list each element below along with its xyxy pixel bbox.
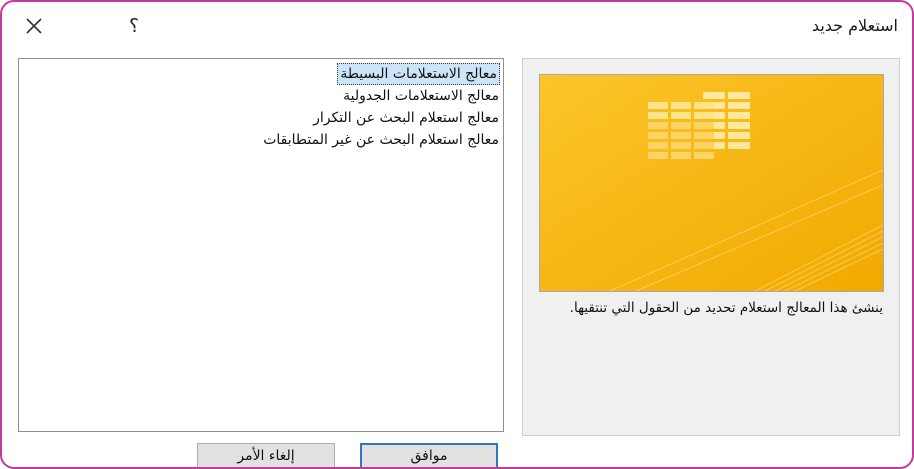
- wizard-description: ينشئ هذا المعالج استعلام تحديد من الحقول…: [569, 300, 883, 316]
- help-button[interactable]: ؟: [122, 12, 146, 40]
- list-item-find-duplicates-wizard[interactable]: معالج استعلام البحث عن التكرار: [19, 107, 503, 129]
- list-item-simple-query-wizard[interactable]: معالج الاستعلامات البسيطة: [337, 63, 500, 85]
- cancel-button[interactable]: إلغاء الأمر: [197, 443, 335, 467]
- close-button[interactable]: [20, 12, 48, 40]
- list-item-crosstab-query-wizard[interactable]: معالج الاستعلامات الجدولية: [19, 85, 503, 107]
- preview-image: [539, 74, 884, 292]
- dialog-title: استعلام جديد: [811, 16, 898, 35]
- close-icon: [26, 18, 42, 34]
- wizard-list[interactable]: معالج الاستعلامات البسيطة معالج الاستعلا…: [18, 58, 504, 432]
- query-wizard-illustration: [540, 75, 884, 292]
- list-item-find-unmatched-wizard[interactable]: معالج استعلام البحث عن غير المتطابقات: [19, 129, 503, 151]
- preview-panel: ينشئ هذا المعالج استعلام تحديد من الحقول…: [522, 58, 900, 436]
- new-query-dialog: استعلام جديد ؟ ينشئ هذا المعالج استعلام …: [0, 0, 914, 469]
- title-bar: استعلام جديد ؟: [2, 2, 912, 50]
- ok-button[interactable]: موافق: [360, 443, 498, 467]
